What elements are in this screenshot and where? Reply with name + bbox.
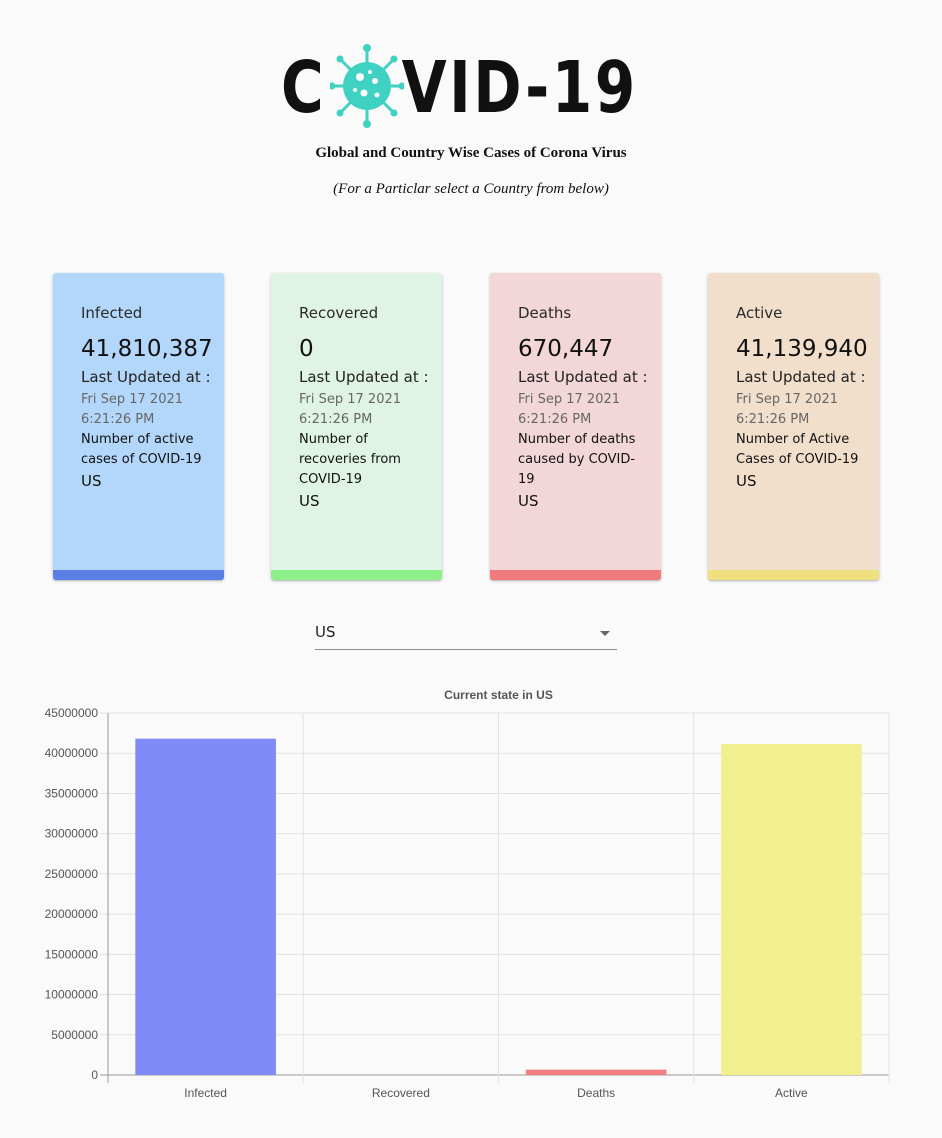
card-description: Number of Active Cases of COVID-19 (736, 432, 859, 467)
card-title: Infected (81, 304, 143, 322)
y-tick-label: 0 (91, 1068, 98, 1082)
card-date: Fri Sep 17 2021 6:21:26 PM (518, 392, 621, 427)
bar-deaths (525, 1069, 667, 1075)
logo-letters: C VID-19 (281, 50, 635, 126)
covid-logo: C VID-19 (281, 44, 653, 128)
x-tick-label: Active (775, 1086, 808, 1100)
card-description: Number of active cases of COVID-19 (81, 432, 202, 467)
card-country: US (518, 492, 539, 510)
y-tick-label: 15000000 (45, 947, 99, 961)
card-country: US (299, 492, 320, 510)
card-date: Fri Sep 17 2021 6:21:26 PM (736, 392, 839, 427)
recovered-card: Recovered 0 Last Updated at : Fri Sep 17… (271, 273, 442, 580)
y-tick-label: 40000000 (45, 746, 99, 760)
bar-chart: Current state in US 0 5000000 10000000 15000… (0, 680, 942, 1130)
card-last-updated-label: Last Updated at : (518, 368, 648, 386)
card-accent-bar (490, 570, 661, 580)
card-title: Deaths (518, 304, 572, 322)
y-tick-label: 45000000 (45, 706, 99, 720)
x-tick-label: Recovered (372, 1086, 430, 1100)
active-card: Active 41,139,940 Last Updated at : Fri … (708, 273, 879, 580)
x-tick-label: Deaths (577, 1086, 615, 1100)
card-accent-bar (53, 570, 224, 580)
card-date: Fri Sep 17 2021 6:21:26 PM (81, 392, 184, 427)
country-select-value: US (315, 623, 336, 641)
card-accent-bar (271, 570, 442, 580)
logo-letter: C (281, 46, 327, 129)
page-instruction: (For a Particlar select a Country from b… (333, 181, 609, 197)
y-tick-label: 30000000 (45, 827, 99, 841)
logo-letters-rest: VID-19 (401, 46, 638, 129)
country-select[interactable]: US (315, 618, 617, 650)
y-tick-label: 35000000 (45, 786, 99, 800)
card-last-updated-label: Last Updated at : (736, 368, 866, 386)
infected-card: Infected 41,810,387 Last Updated at : Fr… (53, 273, 224, 580)
card-value: 670,447 (518, 336, 614, 362)
y-tick-label: 5000000 (51, 1028, 98, 1042)
y-tick-label: 20000000 (45, 907, 99, 921)
card-value: 41,810,387 (81, 336, 213, 362)
bar-chart-svg: Current state in US 0 5000000 10000000 15000… (45, 688, 890, 1100)
dropdown-arrow-icon[interactable] (600, 631, 610, 636)
page-subtitle: Global and Country Wise Cases of Corona … (315, 145, 627, 161)
x-tick-label: Infected (184, 1086, 227, 1100)
card-date: Fri Sep 17 2021 6:21:26 PM (299, 392, 402, 427)
bar-active (721, 744, 862, 1075)
chart-title: Current state in US (444, 688, 553, 702)
y-tick-label: 10000000 (45, 988, 99, 1002)
card-title: Recovered (299, 304, 379, 322)
card-title: Active (736, 304, 783, 322)
card-description: Number of deaths caused by COVID-19 (518, 432, 636, 487)
card-value: 0 (299, 336, 314, 362)
y-tick-label: 25000000 (45, 867, 99, 881)
card-last-updated-label: Last Updated at : (299, 368, 429, 386)
card-description: Number of recoveries from COVID-19 (299, 432, 401, 487)
card-accent-bar (708, 570, 879, 580)
card-value: 41,139,940 (736, 336, 868, 362)
deaths-card: Deaths 670,447 Last Updated at : Fri Sep… (490, 273, 661, 580)
bar-infected (135, 738, 276, 1075)
card-last-updated-label: Last Updated at : (81, 368, 211, 386)
card-country: US (81, 472, 102, 490)
card-country: US (736, 472, 757, 490)
